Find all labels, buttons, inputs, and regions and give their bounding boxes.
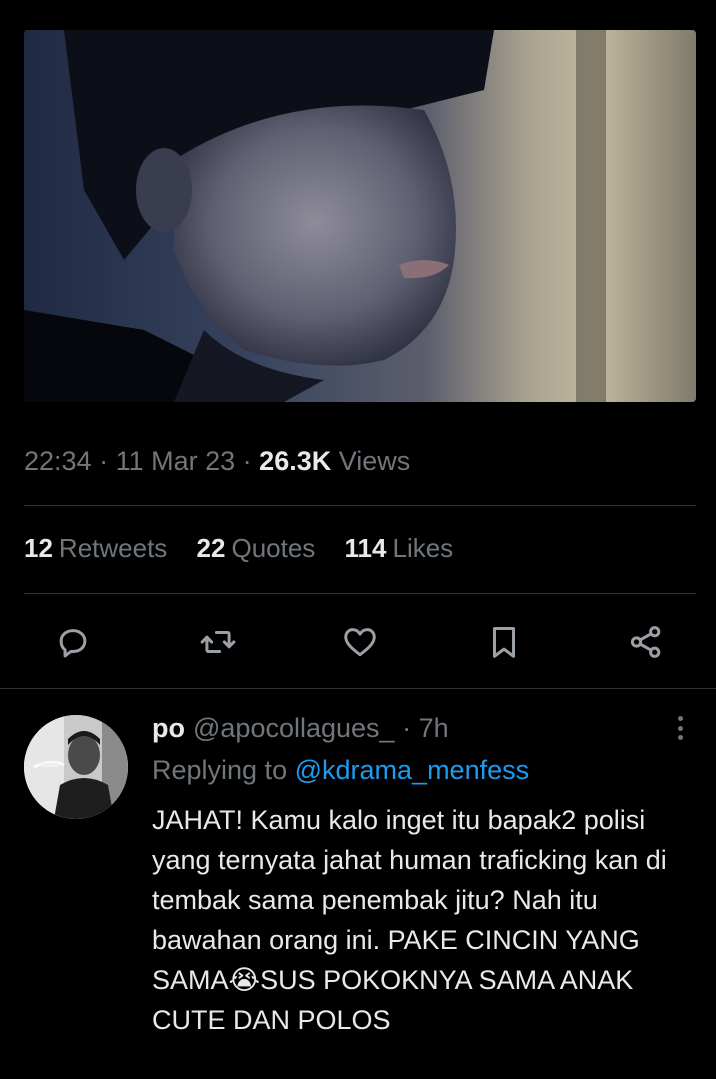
bookmark-button[interactable] <box>482 620 526 664</box>
divider <box>0 688 716 689</box>
bookmark-icon <box>492 627 516 658</box>
tweet-date[interactable]: 11 Mar 23 <box>116 446 236 476</box>
mention-link[interactable]: @kdrama_menfess <box>295 755 530 785</box>
heart-icon <box>344 628 376 657</box>
reply-button[interactable] <box>51 620 95 664</box>
likes-count: 114 <box>344 533 387 563</box>
tweet-media-image[interactable] <box>24 30 696 402</box>
display-name[interactable]: po <box>152 713 185 743</box>
reply-text: JAHAT! Kamu kalo inget itu bapak2 polisi… <box>152 800 682 1040</box>
crying-emoji: 😭 <box>228 965 261 995</box>
divider <box>24 593 696 594</box>
more-options-icon[interactable] <box>668 712 692 744</box>
retweets-stat[interactable]: 12 Retweets <box>24 533 167 564</box>
reply-age[interactable]: 7h <box>419 713 449 743</box>
tweet-timestamp-row: 22:34 · 11 Mar 23 · 26.3K Views <box>24 446 411 476</box>
separator: · <box>402 713 412 743</box>
tweet-time[interactable]: 22:34 <box>24 446 92 476</box>
views-count: 26.3K <box>259 446 332 476</box>
share-icon <box>630 626 661 658</box>
engagement-stats: 12 Retweets 22 Quotes 114 Likes <box>24 533 475 564</box>
tweet-action-bar <box>0 610 716 674</box>
likes-stat[interactable]: 114 Likes <box>345 533 454 564</box>
retweets-count: 12 <box>24 533 53 563</box>
retweet-icon <box>200 630 236 654</box>
reply-icon <box>59 629 87 658</box>
reply-tweet[interactable]: po @apocollagues_ · 7h Replying to @kdram… <box>152 712 672 1040</box>
share-button[interactable] <box>624 620 668 664</box>
retweets-label: Retweets <box>58 533 168 563</box>
like-button[interactable] <box>338 620 382 664</box>
quotes-count: 22 <box>196 533 226 563</box>
views-label: Views <box>338 446 411 476</box>
likes-label: Likes <box>392 533 454 563</box>
divider <box>24 505 696 506</box>
quotes-label: Quotes <box>231 533 316 563</box>
user-handle[interactable]: @apocollagues_ <box>193 713 395 743</box>
quotes-stat[interactable]: 22 Quotes <box>197 533 316 564</box>
reply-header: po @apocollagues_ · 7h <box>152 712 672 744</box>
replying-prefix: Replying to <box>152 755 288 785</box>
replying-to-line: Replying to @kdrama_menfess <box>152 754 672 786</box>
avatar[interactable] <box>24 715 128 819</box>
retweet-button[interactable] <box>196 620 240 664</box>
